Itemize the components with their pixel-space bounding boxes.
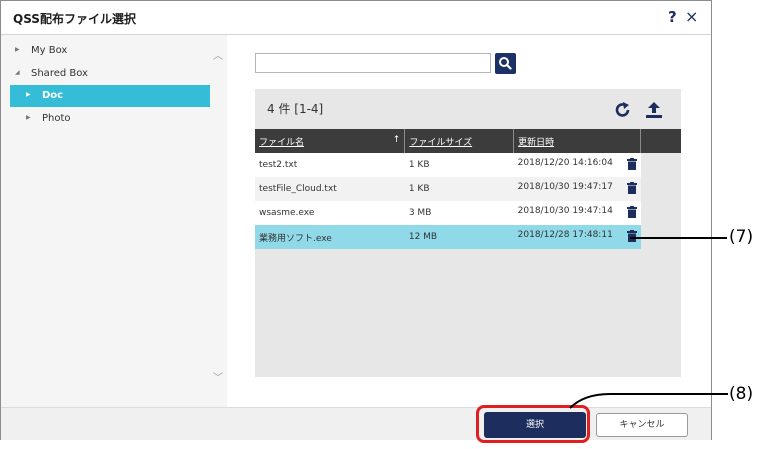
cancel-button[interactable]: キャンセル (596, 413, 688, 437)
file-size: 1 KB (404, 153, 514, 177)
file-date: 2018/10/30 19:47:17 (517, 181, 613, 192)
callout-leader-line (630, 237, 727, 239)
file-date-cell: 2018/12/28 17:48:11 (513, 225, 641, 249)
file-name: wsasme.exe (255, 201, 405, 225)
file-date: 2018/10/30 19:47:14 (517, 205, 613, 216)
column-header-filename[interactable]: ファイル名 ↑ (255, 129, 406, 153)
expand-arrow-icon[interactable]: ▶ (26, 114, 31, 121)
file-table: ファイル名 ↑ ファイルサイズ 更新日時 test2.txt 1 KB 2018/… (255, 129, 641, 249)
dialog-title: QSS配布ファイル選択 (13, 12, 136, 26)
file-date-cell: 2018/12/20 14:16:04 (513, 153, 641, 177)
callout-label-8: (8) (729, 384, 754, 404)
table-header-filler (641, 129, 681, 153)
callout-highlight-ring (476, 405, 590, 443)
expand-arrow-icon[interactable]: ▶ (15, 46, 20, 53)
file-date: 2018/12/28 17:48:11 (517, 229, 613, 240)
tree-item-label: Photo (42, 113, 71, 124)
file-name: test2.txt (255, 153, 405, 177)
help-icon[interactable]: ? (668, 8, 677, 26)
table-row[interactable]: testFile_Cloud.txt 1 KB 2018/10/30 19:47… (255, 177, 641, 201)
file-name: 業務用ソフト.exe (255, 225, 405, 249)
trash-icon (626, 205, 637, 218)
search-input[interactable] (255, 53, 491, 73)
close-icon[interactable]: × (685, 7, 698, 26)
sidebar-scrollbar[interactable]: ︿ ﹀ (210, 35, 227, 407)
refresh-button[interactable] (615, 101, 631, 123)
tree-item-label: Shared Box (31, 68, 88, 79)
table-row-selected[interactable]: 業務用ソフト.exe 12 MB 2018/12/28 17:48:11 (255, 225, 641, 249)
column-label: ファイルサイズ (409, 137, 473, 148)
callout-leader-line (569, 393, 728, 409)
column-header-modified[interactable]: 更新日時 (513, 129, 641, 153)
collapse-arrow-icon[interactable]: ◢ (15, 69, 20, 76)
refresh-icon (615, 102, 630, 117)
trash-icon (626, 181, 637, 194)
delete-button[interactable] (626, 205, 637, 221)
delete-button[interactable] (626, 181, 637, 197)
upload-icon (646, 102, 662, 118)
file-date: 2018/12/20 14:16:04 (517, 157, 613, 168)
column-header-filesize[interactable]: ファイルサイズ (404, 129, 515, 153)
column-label: ファイル名 (259, 137, 305, 148)
trash-icon (626, 229, 637, 242)
tree-item-my-box[interactable]: ▶ My Box (1, 40, 211, 62)
file-size: 1 KB (404, 177, 514, 201)
table-header-row: ファイル名 ↑ ファイルサイズ 更新日時 (255, 129, 641, 153)
file-date-cell: 2018/10/30 19:47:14 (513, 201, 641, 225)
upload-button[interactable] (644, 101, 664, 123)
scroll-up-icon[interactable]: ︿ (213, 47, 223, 62)
file-name: testFile_Cloud.txt (255, 177, 405, 201)
tree-item-photo[interactable]: ▶ Photo (1, 108, 211, 130)
table-row[interactable]: test2.txt 1 KB 2018/12/20 14:16:04 (255, 153, 641, 177)
scroll-down-icon[interactable]: ﹀ (213, 369, 223, 384)
tree-item-doc[interactable]: ▶ Doc (10, 85, 210, 107)
tree-item-shared-box[interactable]: ◢ Shared Box (1, 63, 211, 85)
column-label: 更新日時 (518, 137, 555, 148)
trash-icon (626, 157, 637, 170)
search-icon (499, 57, 512, 70)
file-size: 12 MB (404, 225, 514, 249)
tree-item-label: Doc (42, 90, 64, 101)
title-bar: QSS配布ファイル選択 ? × (1, 1, 711, 35)
file-select-dialog: QSS配布ファイル選択 ? × ▶ My Box ◢ Shared Box ▶ … (0, 0, 712, 440)
file-count: 4 件 [1-4] (267, 102, 324, 116)
file-date-cell: 2018/10/30 19:47:17 (513, 177, 641, 201)
tree-item-label: My Box (31, 45, 68, 56)
file-list-panel: 4 件 [1-4] ファイル名 ↑ ファイルサイズ 更新日時 test2.txt… (255, 89, 681, 377)
callout-label-7: (7) (729, 227, 754, 247)
table-row[interactable]: wsasme.exe 3 MB 2018/10/30 19:47:14 (255, 201, 641, 225)
delete-button[interactable] (626, 157, 637, 173)
search-button[interactable] (495, 53, 516, 74)
folder-tree: ▶ My Box ◢ Shared Box ▶ Doc ▶ Photo ︿ ﹀ (1, 35, 227, 407)
sort-asc-icon: ↑ (392, 134, 401, 145)
file-size: 3 MB (404, 201, 514, 225)
expand-arrow-icon[interactable]: ▶ (26, 91, 31, 98)
